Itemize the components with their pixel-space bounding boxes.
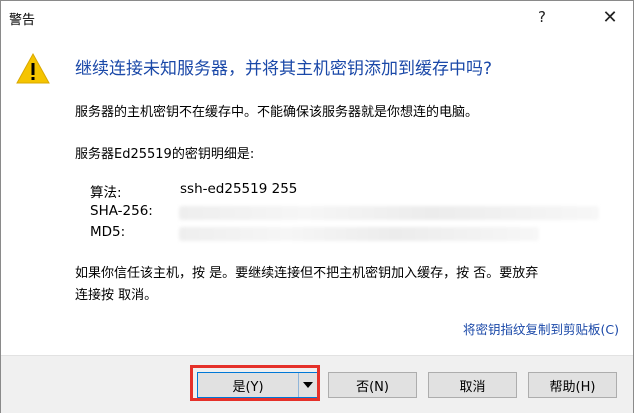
md5-value-redacted — [179, 227, 539, 241]
content-line-2: 服务器Ed25519的密钥明细是: — [75, 147, 255, 162]
cancel-button[interactable]: 取消 — [428, 372, 517, 398]
help-button[interactable]: 帮助(H) — [528, 372, 617, 398]
close-icon[interactable]: ✕ — [587, 1, 633, 33]
no-button[interactable]: 否(N) — [328, 372, 417, 398]
algorithm-label: 算法: — [90, 185, 122, 201]
yes-button[interactable]: 是(Y) — [197, 372, 318, 398]
main-instruction: 继续连接未知服务器，并将其主机密钥添加到缓存中吗? — [75, 59, 493, 79]
button-bar: 是(Y) 否(N) 取消 帮助(H) — [1, 355, 633, 413]
help-icon[interactable]: ? — [519, 1, 565, 33]
paragraph-line-2: 连接按 取消。 — [75, 288, 158, 303]
yes-button-label: 是(Y) — [232, 379, 264, 395]
paragraph-line-1: 如果你信任该主机，按 是。要继续连接但不把主机密钥加入缓存，按 否。要放弃 — [75, 266, 539, 281]
algorithm-value: ssh-ed25519 255 — [180, 181, 298, 197]
warning-dialog: 警告 ? ✕ 继续连接未知服务器，并将其主机密钥添加到缓存中吗? 服务器的主机密… — [0, 0, 634, 413]
md5-label: MD5: — [90, 224, 126, 240]
copy-fingerprint-link[interactable]: 将密钥指纹复制到剪贴板(C) — [463, 319, 619, 338]
caret-down-icon — [303, 382, 313, 388]
instruction-paragraph: 如果你信任该主机，按 是。要继续连接但不把主机密钥加入缓存，按 否。要放弃 连接… — [75, 263, 615, 307]
warning-icon — [16, 52, 50, 84]
content-line-1: 服务器的主机密钥不在缓存中。不能确保该服务器就是你想连的电脑。 — [75, 105, 479, 120]
sha256-value-redacted — [179, 206, 599, 220]
title-bar: 警告 ? ✕ — [1, 1, 633, 33]
split-dropdown-button[interactable] — [298, 373, 317, 397]
sha256-label: SHA-256: — [90, 203, 153, 219]
window-title: 警告 — [9, 13, 36, 28]
